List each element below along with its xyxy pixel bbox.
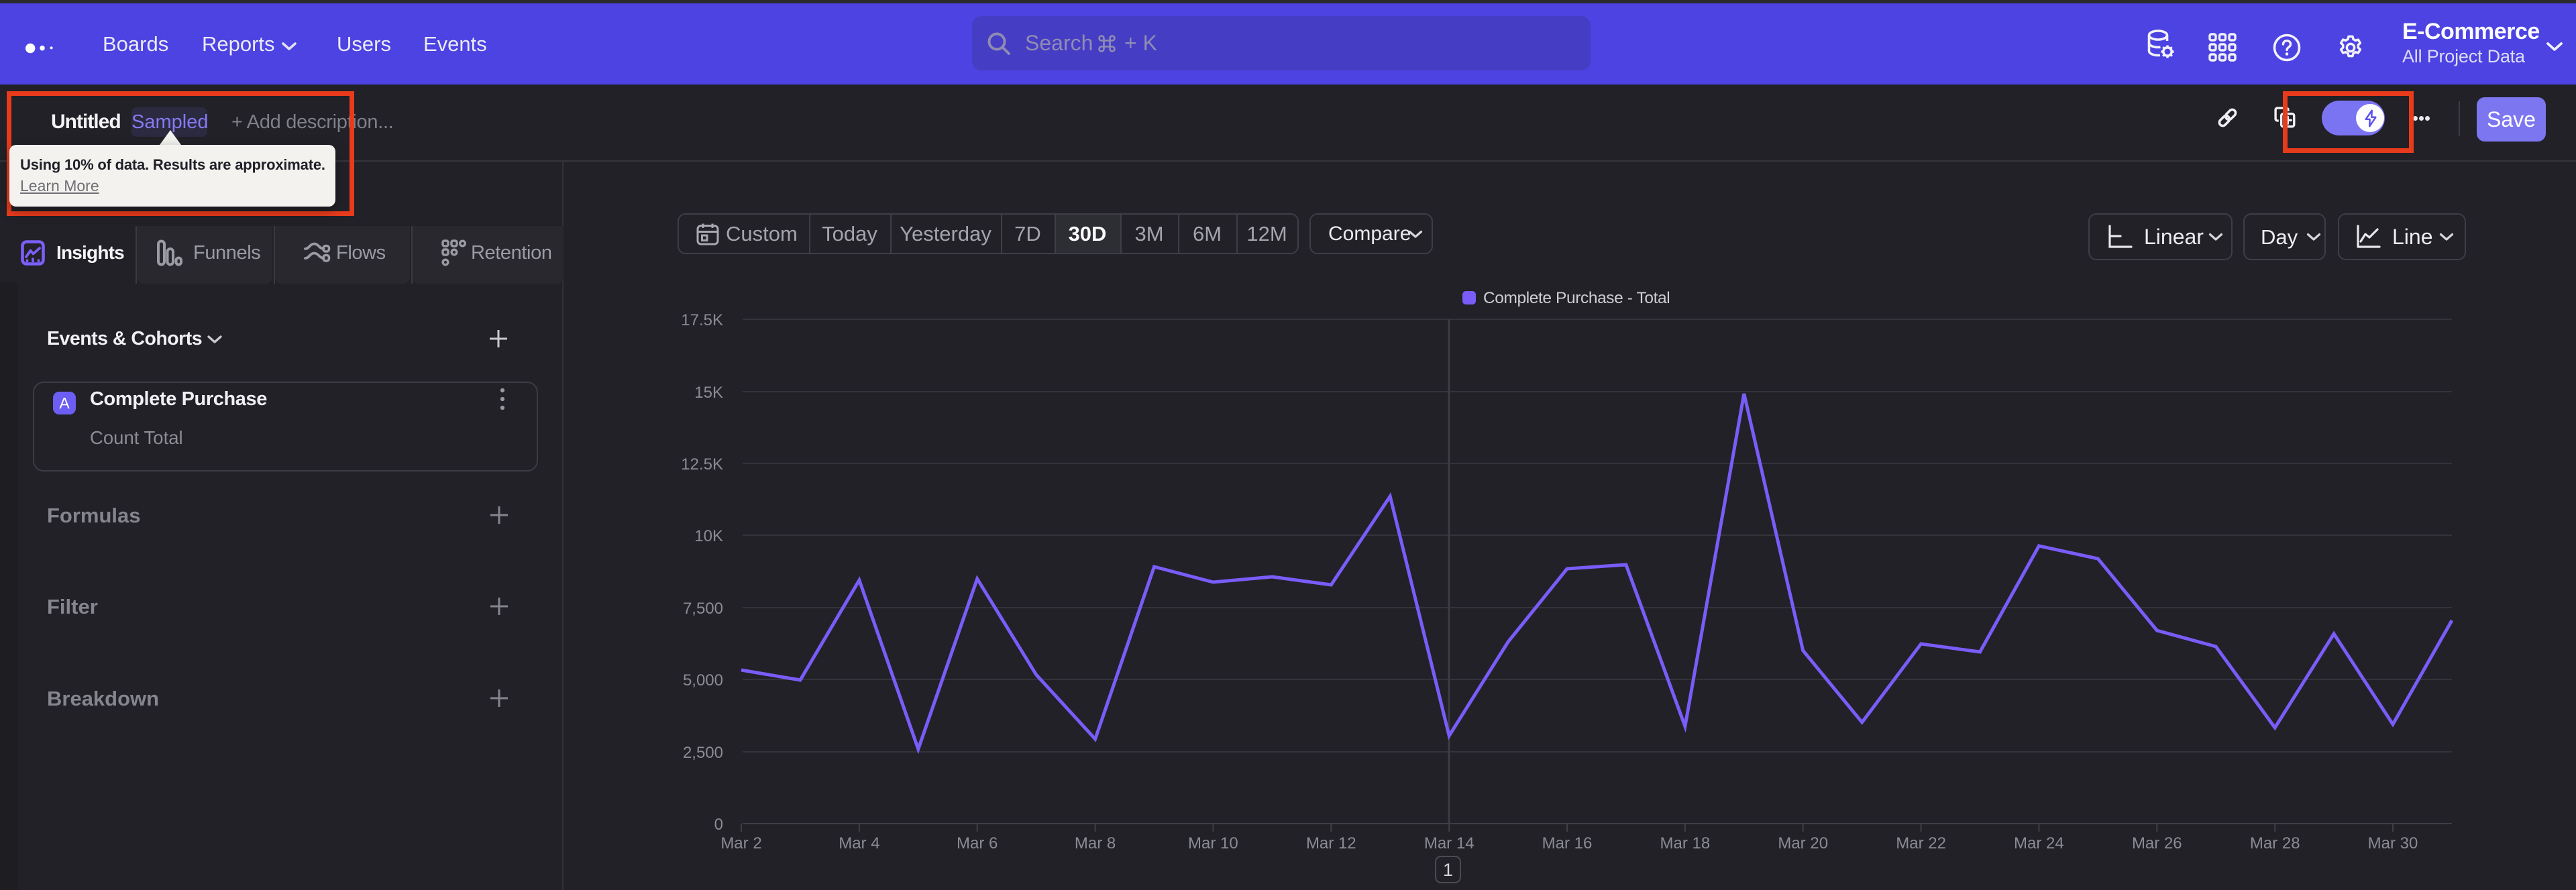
svg-text:2,500: 2,500 bbox=[683, 744, 723, 762]
svg-text:Mar 18: Mar 18 bbox=[1660, 834, 1711, 852]
svg-text:10K: 10K bbox=[694, 527, 723, 545]
svg-text:12.5K: 12.5K bbox=[681, 455, 723, 474]
svg-text:Mar 20: Mar 20 bbox=[1778, 834, 1828, 852]
svg-text:Mar 12: Mar 12 bbox=[1306, 834, 1356, 852]
svg-text:Mar 28: Mar 28 bbox=[2250, 834, 2300, 852]
svg-text:Mar 10: Mar 10 bbox=[1188, 834, 1238, 852]
svg-text:17.5K: 17.5K bbox=[681, 311, 723, 329]
svg-text:Mar 24: Mar 24 bbox=[2014, 834, 2064, 852]
svg-text:Mar 22: Mar 22 bbox=[1896, 834, 1946, 852]
svg-text:7,500: 7,500 bbox=[683, 600, 723, 618]
svg-text:Mar 2: Mar 2 bbox=[720, 834, 761, 852]
svg-text:Mar 14: Mar 14 bbox=[1424, 834, 1474, 852]
svg-text:15K: 15K bbox=[694, 384, 723, 402]
svg-text:Mar 6: Mar 6 bbox=[957, 834, 998, 852]
svg-text:Mar 30: Mar 30 bbox=[2368, 834, 2418, 852]
svg-text:Mar 4: Mar 4 bbox=[839, 834, 879, 852]
svg-text:Mar 26: Mar 26 bbox=[2132, 834, 2182, 852]
svg-text:Mar 8: Mar 8 bbox=[1075, 834, 1116, 852]
svg-text:0: 0 bbox=[714, 816, 723, 834]
svg-text:5,000: 5,000 bbox=[683, 671, 723, 689]
svg-text:Mar 16: Mar 16 bbox=[1542, 834, 1593, 852]
